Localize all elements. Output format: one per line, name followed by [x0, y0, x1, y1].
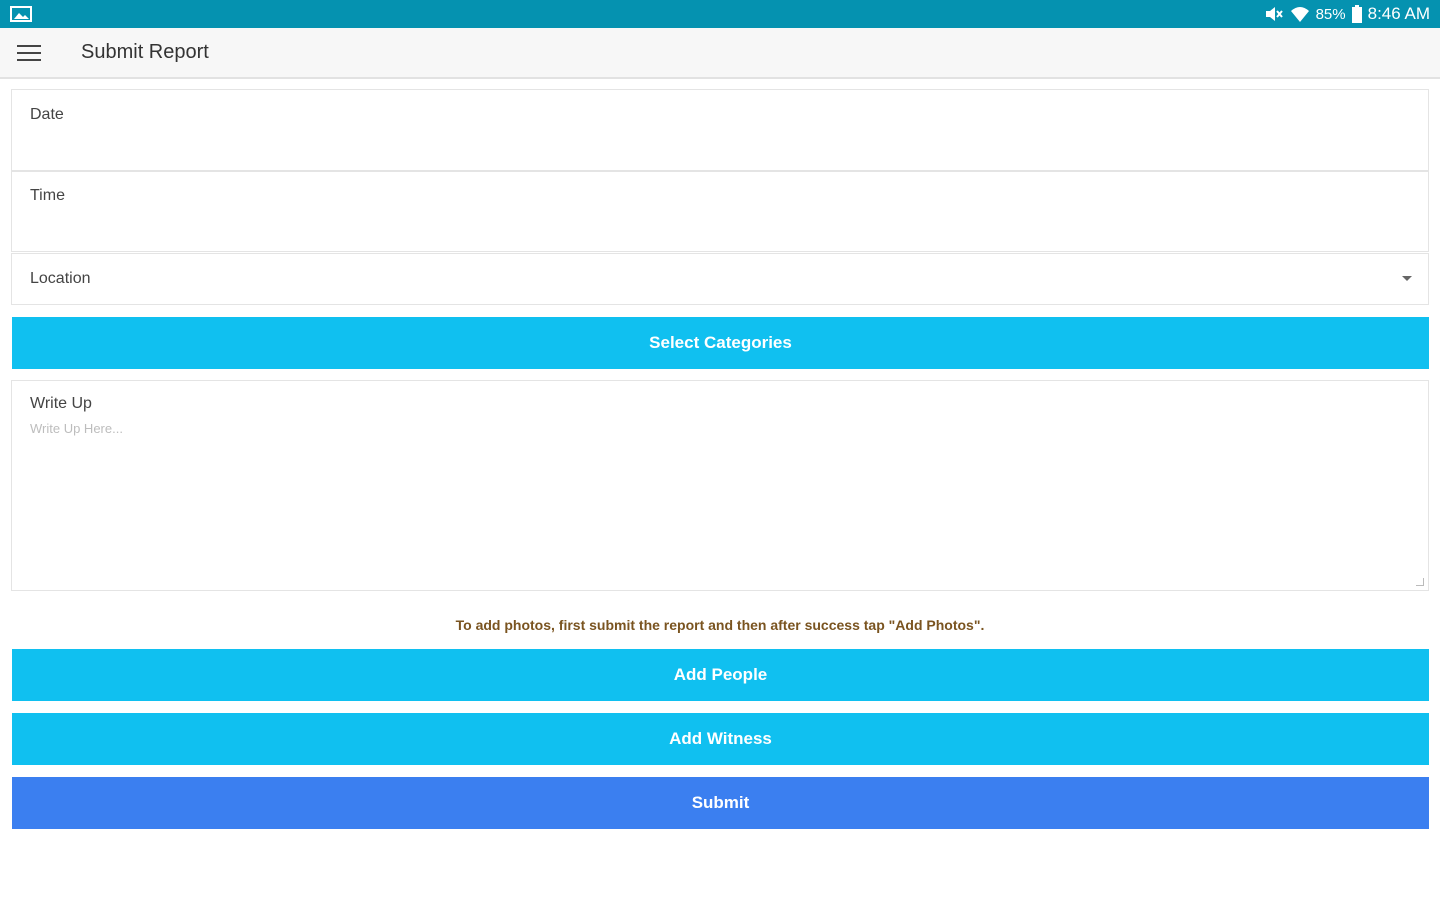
hamburger-menu-icon[interactable]	[14, 40, 44, 66]
select-categories-button[interactable]: Select Categories	[12, 317, 1429, 369]
app-bar: Submit Report	[0, 28, 1440, 79]
write-up-field: Write Up	[11, 380, 1429, 591]
time-field[interactable]: Time	[11, 171, 1429, 252]
submit-button[interactable]: Submit	[12, 777, 1429, 829]
dropdown-caret-icon	[1402, 276, 1412, 281]
mute-icon	[1265, 7, 1283, 21]
add-people-button[interactable]: Add People	[12, 649, 1429, 701]
status-bar: 85% 8:46 AM	[0, 0, 1440, 28]
battery-icon	[1351, 5, 1362, 23]
date-label: Date	[30, 106, 64, 123]
time-label: Time	[30, 187, 65, 204]
photos-note: To add photos, first submit the report a…	[455, 617, 985, 633]
resize-grip-icon[interactable]	[1416, 578, 1424, 586]
battery-percent: 85%	[1315, 5, 1346, 23]
write-up-label: Write Up	[30, 395, 92, 412]
status-icons: 85% 8:46 AM	[1264, 0, 1430, 28]
location-label: Location	[30, 270, 91, 287]
wifi-icon	[1290, 7, 1309, 22]
date-field[interactable]: Date	[11, 89, 1429, 171]
status-time: 8:46 AM	[1367, 4, 1430, 23]
location-select[interactable]: Location	[11, 253, 1429, 305]
page-title: Submit Report	[81, 41, 209, 63]
gallery-icon	[10, 6, 32, 22]
write-up-input[interactable]	[30, 421, 1410, 581]
add-witness-button[interactable]: Add Witness	[12, 713, 1429, 765]
